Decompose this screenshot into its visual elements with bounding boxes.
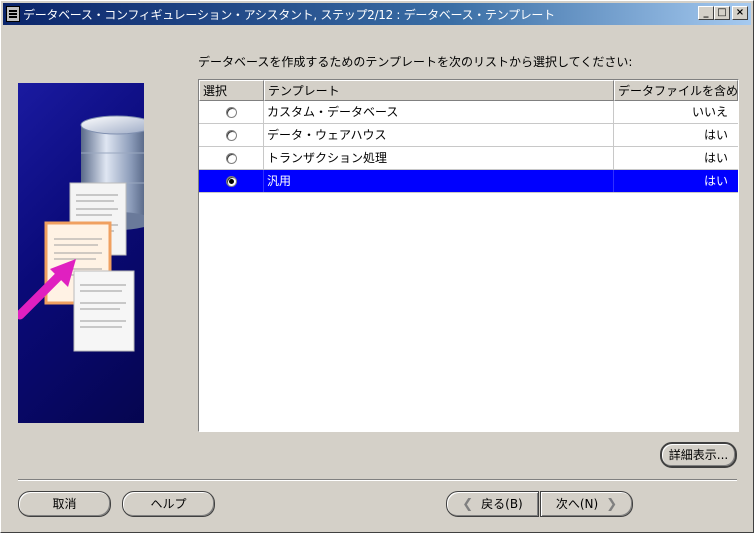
list-rows: カスタム・データベース いいえ データ・ウェアハウス はい トランザクション処理… xyxy=(199,101,738,193)
divider xyxy=(18,479,737,481)
list-header: 選択 テンプレート データファイルを含め xyxy=(199,80,738,101)
instruction-text: データベースを作成するためのテンプレートを次のリストから選択してください: xyxy=(198,55,633,69)
datafiles-value: はい xyxy=(703,174,728,188)
chevron-left-icon: ❮ xyxy=(462,497,474,512)
back-button-label: 戻る(B) xyxy=(481,497,523,511)
select-cell[interactable] xyxy=(199,147,264,169)
database-documents-illustration xyxy=(18,83,144,423)
column-header-datafiles[interactable]: データファイルを含め xyxy=(614,80,738,101)
template-radio[interactable] xyxy=(225,130,237,141)
illustration-graphic xyxy=(18,115,144,352)
details-button[interactable]: 詳細表示... xyxy=(660,442,737,468)
window-controls: _ □ × xyxy=(698,6,748,20)
table-row[interactable]: カスタム・データベース いいえ xyxy=(199,101,738,124)
title-bar[interactable]: データベース・コンフィギュレーション・アシスタント, ステップ2/12 : デー… xyxy=(3,3,751,25)
select-cell[interactable] xyxy=(199,101,264,123)
datafiles-value: はい xyxy=(703,128,728,142)
template-name: トランザクション処理 xyxy=(264,147,614,169)
window-title: データベース・コンフィギュレーション・アシスタント, ステップ2/12 : デー… xyxy=(23,7,555,22)
template-radio[interactable] xyxy=(225,153,237,164)
dialog-window: データベース・コンフィギュレーション・アシスタント, ステップ2/12 : デー… xyxy=(0,0,754,533)
minimize-button[interactable]: _ xyxy=(698,6,714,20)
template-radio[interactable] xyxy=(225,176,237,187)
next-button-label: 次へ(N) xyxy=(555,497,599,511)
maximize-button[interactable]: □ xyxy=(714,6,730,20)
template-radio[interactable] xyxy=(225,107,237,118)
select-cell[interactable] xyxy=(199,124,264,146)
template-name: データ・ウェアハウス xyxy=(264,124,614,146)
column-header-template[interactable]: テンプレート xyxy=(264,80,614,101)
select-cell[interactable] xyxy=(199,170,264,192)
table-row[interactable]: データ・ウェアハウス はい xyxy=(199,124,738,147)
back-button[interactable]: ❮ 戻る(B) xyxy=(446,491,539,517)
table-row[interactable]: トランザクション処理 はい xyxy=(199,147,738,170)
template-name: 汎用 xyxy=(264,170,614,192)
template-list[interactable]: 選択 テンプレート データファイルを含め カスタム・データベース いいえ データ… xyxy=(198,79,739,432)
column-header-select[interactable]: 選択 xyxy=(199,80,264,101)
template-name: カスタム・データベース xyxy=(264,101,614,123)
datafiles-value: はい xyxy=(703,151,728,165)
chevron-right-icon: ❯ xyxy=(606,497,618,512)
cancel-button[interactable]: 取消 xyxy=(18,491,111,517)
datafiles-value: いいえ xyxy=(691,105,728,119)
next-button[interactable]: 次へ(N) ❯ xyxy=(540,491,633,517)
app-icon xyxy=(6,6,20,22)
close-button[interactable]: × xyxy=(732,6,748,20)
help-button[interactable]: ヘルプ xyxy=(122,491,215,517)
table-row[interactable]: 汎用 はい xyxy=(199,170,738,193)
